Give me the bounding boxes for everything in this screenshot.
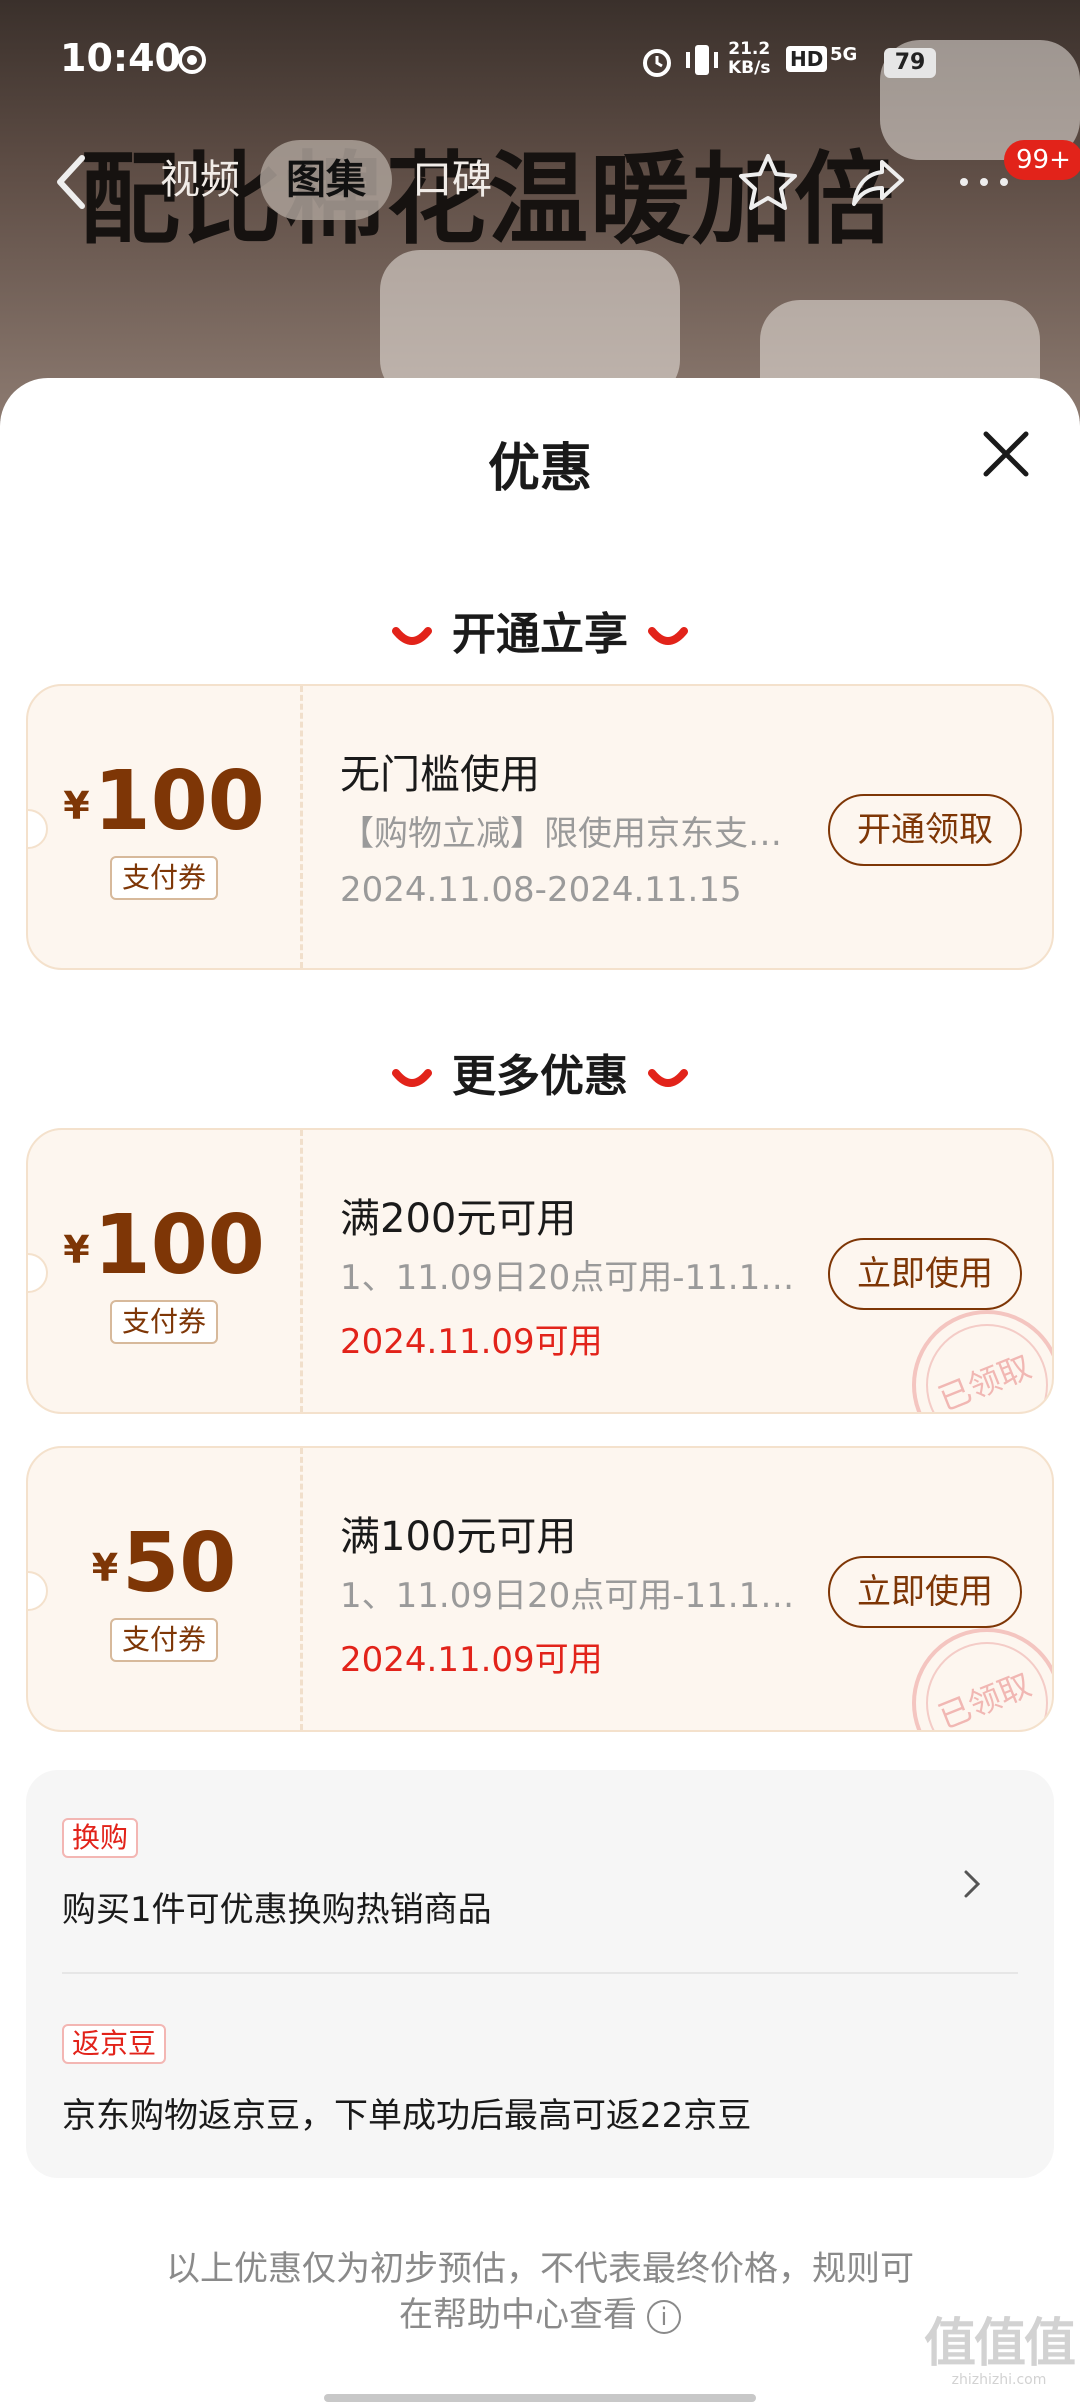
coupon-amount: ¥100	[63, 1198, 265, 1293]
tab-reviews[interactable]: 口碑	[392, 140, 512, 220]
coupon-amount: ¥50	[91, 1516, 237, 1611]
extra-promotions: 换购 购买1件可优惠换购热销商品 返京豆 京东购物返京豆，下单成功后最高可返22…	[26, 1770, 1054, 2178]
network-speed: 21.2 KB/s	[728, 39, 771, 78]
favorite-star-icon[interactable]	[736, 150, 800, 214]
coupon-title: 无门槛使用	[340, 752, 540, 798]
coupon-type-tag: 支付券	[110, 1300, 219, 1344]
share-icon[interactable]	[846, 150, 910, 214]
claimed-stamp: 已领取	[912, 1628, 1052, 1730]
coupon-description: 【购物立减】限使用京东支付…	[340, 814, 810, 854]
tab-gallery[interactable]: 图集	[260, 140, 392, 220]
activate-claim-button[interactable]: 开通领取	[828, 794, 1022, 866]
smile-icon	[392, 627, 432, 645]
coupon-divider	[300, 686, 303, 968]
disclaimer: 以上优惠仅为初步预估，不代表最终价格，规则可 在帮助中心查看 i	[166, 2249, 914, 2335]
signal-icon: 5G	[830, 44, 858, 65]
battery-icon: 79	[884, 48, 936, 78]
smile-icon	[648, 1069, 688, 1087]
coupon-divider	[300, 1448, 303, 1730]
hd-icon: HD	[786, 46, 828, 72]
coupon-title: 满200元可用	[340, 1196, 577, 1242]
coupon-description: 1、11.09日20点可用-11.11…	[340, 1258, 810, 1298]
data-saver-icon	[178, 46, 206, 74]
coupon-date: 2024.11.09可用	[340, 1640, 603, 1680]
coupon-date: 2024.11.08-2024.11.15	[340, 870, 742, 910]
tab-video[interactable]: 视频	[140, 140, 260, 220]
sheet-title: 优惠	[487, 439, 592, 499]
vibrate-icon	[686, 45, 718, 75]
use-now-button[interactable]: 立即使用	[828, 1238, 1022, 1310]
divider	[62, 1972, 1018, 1974]
jingdou-text: 京东购物返京豆，下单成功后最高可返22京豆	[62, 2096, 752, 2136]
close-icon[interactable]	[976, 424, 1036, 484]
coupon-card: ¥100 支付券 满200元可用 1、11.09日20点可用-11.11… 20…	[26, 1128, 1054, 1414]
discount-sheet: 优惠 开通立享 ¥100 支付券 无门槛使用 【购物立减】限使用京东支付… 20…	[0, 378, 1080, 2408]
coupon-amount: ¥100	[63, 754, 265, 849]
media-tabs: 视频 图集 口碑	[140, 140, 512, 220]
trade-in-text[interactable]: 购买1件可优惠换购热销商品	[62, 1882, 492, 1931]
message-badge: 99+	[1004, 140, 1080, 180]
smile-icon	[648, 627, 688, 645]
claimed-stamp: 已领取	[912, 1310, 1052, 1412]
smile-icon	[392, 1069, 432, 1087]
back-icon[interactable]	[52, 152, 92, 212]
watermark-logo: 值值值 zhizhizhi.com	[924, 2314, 1076, 2388]
coupon-divider	[300, 1130, 303, 1412]
status-time: 10:40	[60, 36, 181, 80]
alarm-icon	[643, 49, 671, 77]
use-now-button[interactable]: 立即使用	[828, 1556, 1022, 1628]
section-more-header: 更多优惠	[0, 1040, 1080, 1104]
trade-in-tag: 换购	[62, 1818, 139, 1858]
coupon-type-tag: 支付券	[110, 1618, 219, 1662]
coupon-title: 满100元可用	[340, 1514, 577, 1560]
home-indicator[interactable]	[324, 2394, 756, 2402]
section-open-header: 开通立享	[0, 598, 1080, 662]
coupon-card: ¥100 支付券 无门槛使用 【购物立减】限使用京东支付… 2024.11.08…	[26, 684, 1054, 970]
coupon-type-tag: 支付券	[110, 856, 219, 900]
info-icon[interactable]: i	[647, 2299, 681, 2334]
coupon-description: 1、11.09日20点可用-11.11…	[340, 1576, 810, 1616]
status-bar: 10:40 21.2 KB/s HD 5G 79	[0, 0, 1080, 120]
jingdou-tag: 返京豆	[62, 2024, 167, 2064]
coupon-date: 2024.11.09可用	[340, 1322, 603, 1362]
coupon-card: ¥50 支付券 满100元可用 1、11.09日20点可用-11.11… 202…	[26, 1446, 1054, 1732]
chevron-right-icon[interactable]	[960, 1866, 984, 1902]
